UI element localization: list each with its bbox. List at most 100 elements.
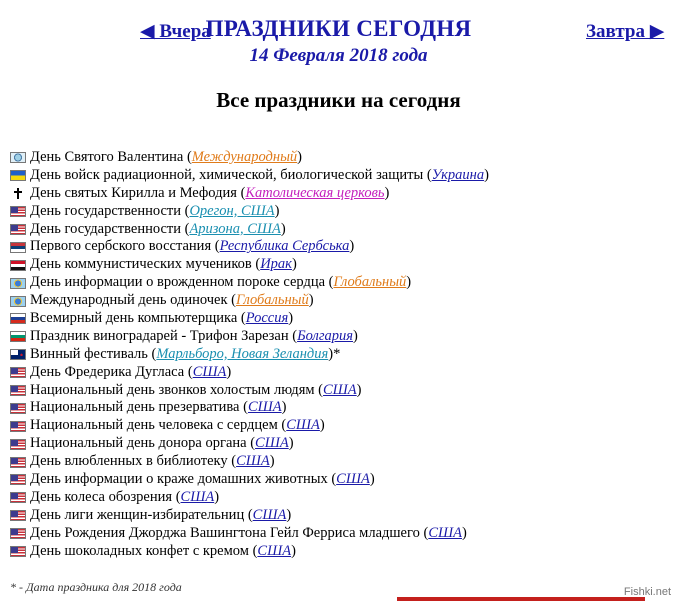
- paren-close: ): [484, 166, 489, 183]
- paren-open: (: [227, 453, 237, 470]
- holiday-name: День влюбленных в библиотеку: [30, 453, 228, 470]
- holiday-region-link[interactable]: Россия: [246, 310, 288, 328]
- paren-open: (: [423, 166, 432, 183]
- holiday-name: День информации о краже домашних животны…: [30, 471, 328, 488]
- list-item: День шоколадных конфет с кремом (США): [10, 543, 489, 561]
- cross-icon: [10, 188, 26, 200]
- paren-open: (: [327, 471, 337, 488]
- list-item: День Святого Валентина (Международный): [10, 149, 489, 167]
- holiday-region-link[interactable]: Глобальный: [334, 274, 407, 292]
- usa-flag-icon: [10, 420, 26, 432]
- tomorrow-link[interactable]: Завтра ▶: [586, 20, 664, 43]
- holiday-region-link[interactable]: США: [255, 435, 289, 453]
- usa-flag-icon: [10, 385, 26, 397]
- paren-open: (: [211, 238, 220, 255]
- usa-flag-icon: [10, 206, 26, 218]
- holiday-name: День государственности: [30, 202, 181, 219]
- list-item: Национальный день донора органа (США): [10, 435, 489, 453]
- holiday-region-link[interactable]: США: [181, 489, 215, 507]
- holiday-name: День государственности: [30, 220, 181, 237]
- holiday-region-link[interactable]: Орегон, США: [189, 203, 274, 221]
- world-flag-icon: [10, 152, 26, 164]
- page-title: ПРАЗДНИКИ СЕГОДНЯ: [205, 16, 472, 41]
- paren-close: ): [274, 202, 280, 219]
- holiday-region-link[interactable]: США: [193, 364, 227, 382]
- paren-close: ): [280, 220, 286, 237]
- paren-close: ): [369, 471, 375, 488]
- holiday-region-link[interactable]: Международный: [192, 149, 297, 167]
- list-item: День Фредерика Дугласа (США): [10, 364, 489, 382]
- paren-open: (: [248, 542, 258, 559]
- holiday-region-link[interactable]: Республика Сербська: [220, 238, 350, 256]
- paren-close: ): [281, 399, 287, 416]
- list-item: День информации о врожденном пороке серд…: [10, 274, 489, 292]
- paren-close: ): [319, 417, 325, 434]
- holiday-name: День коммунистических мучеников: [30, 256, 252, 273]
- paren-close: ): [269, 453, 275, 470]
- list-item: Первого сербского восстания (Республика …: [10, 238, 489, 256]
- paren-open: (: [244, 506, 253, 523]
- holiday-name: Праздник виноградарей - Трифон Зарезан: [30, 327, 289, 344]
- page-date: 14 Февраля 2018 года: [249, 45, 428, 66]
- holiday-region-link[interactable]: Марльборо, Новая Зеландия: [156, 346, 328, 364]
- holiday-region-link[interactable]: США: [286, 417, 320, 435]
- holiday-region-link[interactable]: Глобальный: [236, 292, 309, 310]
- holiday-name: Винный фестиваль: [30, 345, 148, 362]
- paren-open: (: [227, 292, 236, 309]
- holiday-region-link[interactable]: США: [336, 471, 370, 489]
- paren-open: (: [184, 363, 193, 380]
- holiday-region-link[interactable]: США: [323, 382, 357, 400]
- usa-flag-icon: [10, 456, 26, 468]
- holiday-name: День Святого Валентина: [30, 149, 184, 165]
- paren-close: ): [214, 488, 220, 505]
- usa-flag-icon: [10, 402, 26, 414]
- paren-open: (: [419, 524, 429, 541]
- paren-open: (: [239, 399, 248, 416]
- list-item: День лиги женщин-избирательниц (США): [10, 507, 489, 525]
- footnote: * - Дата праздника для 2018 года: [10, 580, 182, 594]
- bulgaria-flag-icon: [10, 331, 26, 343]
- globe-icon: [10, 277, 26, 289]
- list-item: Всемирный день компьютерщика (Россия): [10, 310, 489, 328]
- holiday-name: День Фредерика Дугласа: [30, 363, 185, 380]
- holiday-region-link[interactable]: Католическая церковь: [245, 185, 384, 203]
- holiday-region-link[interactable]: США: [257, 543, 291, 561]
- paren-close: ): [353, 327, 358, 344]
- paren-close: ): [288, 310, 294, 327]
- holiday-region-link[interactable]: США: [248, 399, 282, 417]
- list-item: День Рождения Джорджа Вашингтона Гейл Фе…: [10, 525, 489, 543]
- holiday-name: Национальный день донора органа: [30, 435, 247, 452]
- holiday-region-link[interactable]: Украина: [432, 167, 484, 185]
- usa-flag-icon: [10, 492, 26, 504]
- holiday-region-link[interactable]: США: [253, 507, 287, 525]
- holiday-name: День колеса обозрения: [30, 488, 173, 505]
- usa-flag-icon: [10, 474, 26, 486]
- holiday-region-link[interactable]: США: [428, 525, 462, 543]
- list-item: Праздник виноградарей - Трифон Зарезан (…: [10, 328, 489, 346]
- holiday-region-link[interactable]: Ирак: [260, 256, 292, 274]
- paren-open: (: [277, 417, 287, 434]
- list-item: День государственности (Орегон, США): [10, 203, 489, 221]
- holiday-region-link[interactable]: Аризона, США: [189, 221, 280, 239]
- list-item: День информации о краже домашних животны…: [10, 471, 489, 489]
- globe-icon: [10, 295, 26, 307]
- paren-close: ): [291, 256, 297, 273]
- list-item: Национальный день презерватива (США): [10, 399, 489, 417]
- paren-open: (: [288, 327, 298, 344]
- paren-open: (: [325, 274, 334, 291]
- paren-close: ): [288, 435, 294, 452]
- paren-open: (: [180, 202, 190, 219]
- russia-flag-icon: [10, 313, 26, 325]
- holiday-name: День информации о врожденном пороке серд…: [30, 274, 326, 291]
- holiday-region-link[interactable]: США: [236, 453, 270, 471]
- usa-flag-icon: [10, 438, 26, 450]
- holiday-name: Всемирный день компьютерщика: [30, 310, 238, 327]
- decorative-bar: [397, 597, 645, 601]
- holiday-region-link[interactable]: Болгария: [297, 328, 353, 346]
- list-item: День войск радиационной, химической, био…: [10, 167, 489, 185]
- holiday-name: Национальный день презерватива: [30, 399, 240, 416]
- header: ◀ Вчера ПРАЗДНИКИ СЕГОДНЯ Завтра ▶ 14 Фе…: [0, 12, 677, 72]
- paren-open: (: [251, 256, 261, 273]
- holiday-name: День войск радиационной, химической, био…: [30, 166, 424, 183]
- holiday-name: День святых Кирилла и Мефодия: [30, 184, 237, 201]
